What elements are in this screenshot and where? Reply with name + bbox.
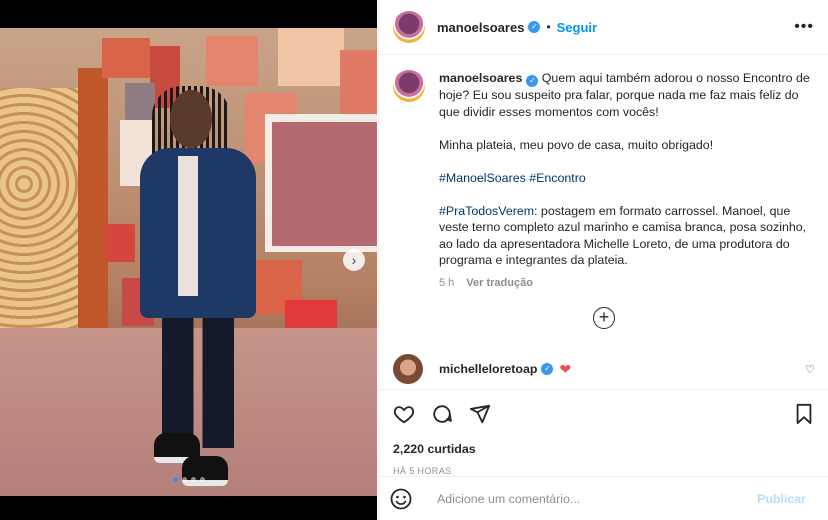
verified-icon: ✓ xyxy=(526,75,539,87)
caption-meta: 5 h Ver tradução xyxy=(439,275,814,292)
carousel-dot xyxy=(182,477,187,482)
author-username[interactable]: manoelsoares xyxy=(437,20,524,35)
decor-panel xyxy=(102,38,150,78)
caption-username[interactable]: manoelsoares xyxy=(439,71,522,85)
decor-wall xyxy=(0,88,80,328)
share-icon[interactable] xyxy=(469,403,491,425)
comments-section[interactable]: manoelsoares ✓ Quem aqui também adorou o … xyxy=(379,56,828,388)
caption-avatar[interactable] xyxy=(393,70,425,102)
comment-input[interactable] xyxy=(437,491,758,506)
comment-icon[interactable] xyxy=(431,403,453,425)
person-legs xyxy=(162,318,234,448)
heart-emoji: ❤ xyxy=(559,360,572,377)
commenter-username[interactable]: michelleloretoap xyxy=(439,362,537,376)
accessibility-hashtag[interactable]: #PraTodosVerem xyxy=(439,204,534,218)
comment-item: michelleloretoap ✓ ❤ ♡ xyxy=(393,354,815,384)
header-separator: • xyxy=(546,20,551,34)
caption-body: manoelsoares ✓ Quem aqui também adorou o … xyxy=(439,70,814,292)
photo-scene xyxy=(0,28,377,496)
post-side-panel: manoelsoares ✓ • Seguir ••• manoelsoares… xyxy=(378,0,828,520)
translate-link[interactable]: Ver tradução xyxy=(466,275,533,292)
likes-count[interactable]: 2,220 curtidas xyxy=(393,442,814,456)
more-options-icon[interactable]: ••• xyxy=(794,18,814,36)
carousel-indicator xyxy=(173,477,205,482)
action-bar xyxy=(393,402,814,426)
carousel-dot xyxy=(191,477,196,482)
bookmark-icon[interactable] xyxy=(794,403,814,425)
caption-thanks: Minha plateia, meu povo de casa, muito o… xyxy=(439,137,714,152)
caption-hashtags[interactable]: #ManoelSoares #Encontro xyxy=(439,170,814,187)
person-head xyxy=(170,90,212,148)
post-photo[interactable]: › xyxy=(0,0,377,520)
carousel-next-button[interactable]: › xyxy=(343,249,365,271)
post-actions: 2,220 curtidas HÁ 5 HORAS xyxy=(379,389,828,476)
like-comment-icon[interactable]: ♡ xyxy=(805,363,815,376)
decor-panel xyxy=(340,50,377,116)
person-shirt xyxy=(178,156,198,296)
follow-button[interactable]: Seguir xyxy=(557,20,597,35)
add-comment-bar: Publicar xyxy=(379,476,828,520)
carousel-dot xyxy=(200,477,205,482)
load-more-comments-icon[interactable]: + xyxy=(593,307,615,329)
decor-panel xyxy=(105,224,135,262)
decor-panel xyxy=(278,28,344,86)
decor-screen-inner xyxy=(272,122,377,246)
verified-icon: ✓ xyxy=(528,21,541,33)
author-avatar[interactable] xyxy=(393,11,425,43)
publish-button[interactable]: Publicar xyxy=(757,492,806,506)
person-suit xyxy=(140,148,256,318)
post-header: manoelsoares ✓ • Seguir ••• xyxy=(379,0,828,55)
post-caption: manoelsoares ✓ Quem aqui também adorou o … xyxy=(379,56,828,292)
emoji-icon[interactable] xyxy=(379,488,423,510)
decor-strip xyxy=(78,68,108,358)
commenter-avatar[interactable] xyxy=(393,354,423,384)
carousel-dot xyxy=(173,477,178,482)
post-timestamp[interactable]: HÁ 5 HORAS xyxy=(393,466,814,476)
decor-panel xyxy=(206,36,258,86)
verified-icon: ✓ xyxy=(541,363,554,375)
caption-age: 5 h xyxy=(439,277,455,289)
like-icon[interactable] xyxy=(393,403,415,425)
